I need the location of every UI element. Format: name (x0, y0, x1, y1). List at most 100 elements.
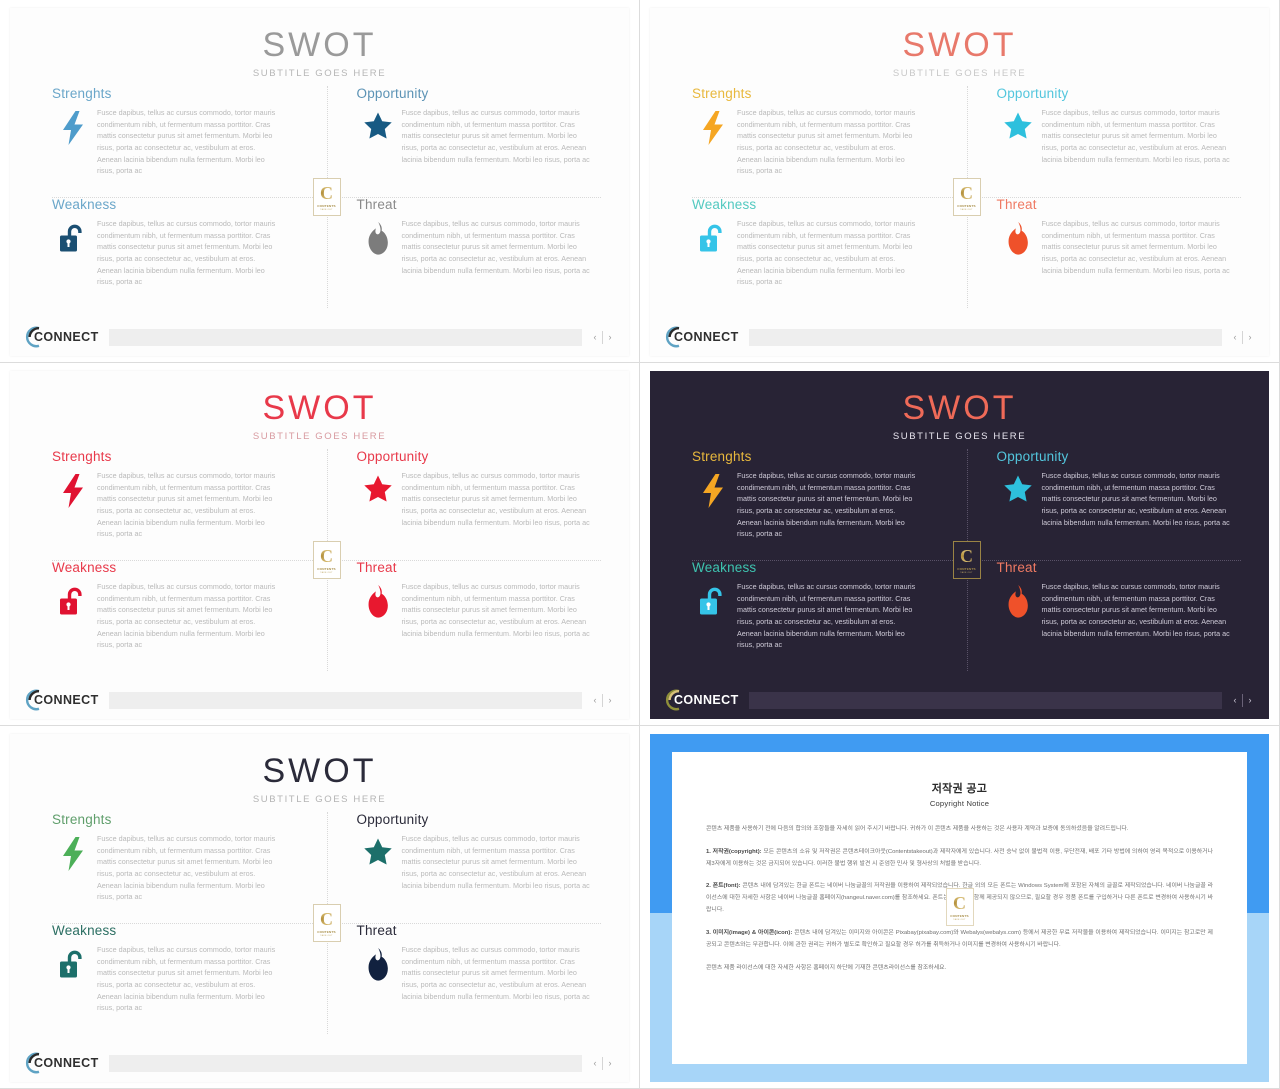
slide-canvas: SWOT SUBTITLE GOES HERE Strenghts Fusce dap… (650, 8, 1269, 356)
quadrant-body-opportunity: Fusce dapibus, tellus ac cursus commodo,… (357, 833, 592, 891)
quadrant-heading-opportunity: Opportunity (356, 86, 429, 101)
brand-name: CONNECT (34, 693, 99, 707)
slide-2-multicolor[interactable]: SWOT SUBTITLE GOES HERE Strenghts Fusce dap… (640, 0, 1280, 363)
center-logo-badge: C CONTENTS TAKE OUT (312, 178, 341, 216)
copyright-paragraph-lead-4: 3. 이미지(image) & 아이콘(icon): (706, 929, 793, 936)
quadrant-opportunity: Opportunity Fusce dapibus, tellus ac curs… (327, 449, 602, 560)
quadrant-weakness: Weakness Fusce dapibus, tellus ac cursus … (52, 197, 327, 308)
slide-3-red[interactable]: SWOT SUBTITLE GOES HERE Strenghts Fusce dap… (0, 363, 640, 726)
bolt-icon (58, 107, 88, 145)
slide-1-blue[interactable]: SWOT SUBTITLE GOES HERE Strenghts Fusce dap… (0, 0, 640, 363)
badge-line-1: CONTENTS (317, 566, 336, 571)
star-icon (363, 833, 393, 871)
quadrant-body-threat: Fusce dapibus, tellus ac cursus commodo,… (997, 581, 1232, 639)
slide-footer: CONNECT ‹ › (22, 326, 617, 348)
quadrant-body-weakness: Fusce dapibus, tellus ac cursus commodo,… (692, 218, 957, 288)
quadrant-threat: Threat Fusce dapibus, tellus ac cursus co… (327, 197, 602, 308)
slide-nav-buttons: ‹ › (1228, 692, 1257, 709)
star-icon-svg (363, 838, 392, 865)
prev-slide-button[interactable]: ‹ (588, 1055, 602, 1072)
copyright-paragraph-2: 1. 저작권(copyright): 모든 콘텐츠의 소유 및 저작권은 콘텐츠… (706, 848, 1214, 867)
badge-letter: C (960, 182, 973, 203)
slide-canvas: SWOT SUBTITLE GOES HERE Strenghts Fusce dap… (10, 371, 629, 719)
swot-title: SWOT (902, 26, 1017, 64)
slide-4-dark[interactable]: SWOT SUBTITLE GOES HERE Strenghts Fusce dap… (640, 363, 1280, 726)
copyright-title-en: Copyright Notice (929, 799, 990, 808)
slide-6-copyright[interactable]: 저작권 공고 Copyright Notice 콘텐츠 제품을 사용하기 전에 다음… (640, 726, 1280, 1089)
slide-footer: CONNECT ‹ › (22, 1052, 617, 1074)
badge-line-1: CONTENTS (317, 929, 336, 934)
footer-progress-bar (108, 691, 582, 709)
quadrant-heading-weakness: Weakness (692, 197, 757, 212)
quadrant-text-weakness: Fusce dapibus, tellus ac cursus commodo,… (737, 582, 916, 650)
badge-line-2: TAKE OUT (320, 571, 333, 574)
star-icon-svg (363, 475, 392, 502)
quadrant-heading-strengths: Strenghts (692, 449, 752, 464)
quadrant-text-opportunity: Fusce dapibus, tellus ac cursus commodo,… (401, 108, 590, 164)
bolt-icon (698, 470, 728, 508)
swot-quadrant-grid: Strenghts Fusce dapibus, tellus ac cursus… (692, 449, 1241, 671)
footer-progress-bar (748, 328, 1222, 346)
slide-canvas: SWOT SUBTITLE GOES HERE Strenghts Fusce dap… (10, 8, 629, 356)
slide-5-green[interactable]: SWOT SUBTITLE GOES HERE Strenghts Fusce dap… (0, 726, 640, 1089)
quadrant-body-opportunity: Fusce dapibus, tellus ac cursus commodo,… (997, 470, 1232, 528)
copyright-center-badge: C CONTENTS TAKE OUT (945, 888, 974, 926)
slide-footer: CONNECT ‹ › (662, 326, 1257, 348)
swot-quadrant-grid: Strenghts Fusce dapibus, tellus ac cursus… (52, 449, 601, 671)
slide-nav-buttons: ‹ › (588, 1055, 617, 1072)
flame-icon-svg (1008, 222, 1028, 255)
slide-canvas: SWOT SUBTITLE GOES HERE Strenghts Fusce dap… (650, 371, 1269, 719)
next-slide-button[interactable]: › (1243, 329, 1257, 346)
bolt-icon (58, 470, 88, 508)
swot-title: SWOT (902, 389, 1017, 427)
quadrant-body-threat: Fusce dapibus, tellus ac cursus commodo,… (357, 944, 592, 1002)
badge-line-1: CONTENTS (957, 203, 976, 208)
quadrant-text-strengths: Fusce dapibus, tellus ac cursus commodo,… (97, 834, 276, 902)
quadrant-opportunity: Opportunity Fusce dapibus, tellus ac curs… (327, 86, 602, 197)
star-icon-svg (1003, 475, 1032, 502)
center-logo-badge: C CONTENTS TAKE OUT (312, 541, 341, 579)
quadrant-weakness: Weakness Fusce dapibus, tellus ac cursus … (692, 560, 967, 671)
next-slide-button[interactable]: › (1243, 692, 1257, 709)
quadrant-threat: Threat Fusce dapibus, tellus ac cursus co… (967, 560, 1242, 671)
slide-thumbnail-grid: SWOT SUBTITLE GOES HERE Strenghts Fusce dap… (0, 0, 1280, 1089)
slide-title-block: SWOT SUBTITLE GOES HERE (10, 371, 629, 442)
open-padlock-icon-svg (700, 224, 722, 252)
quadrant-text-weakness: Fusce dapibus, tellus ac cursus commodo,… (97, 945, 276, 1013)
quadrant-strengths: Strenghts Fusce dapibus, tellus ac cursus… (692, 449, 967, 560)
quadrant-opportunity: Opportunity Fusce dapibus, tellus ac curs… (967, 449, 1242, 560)
flame-icon-svg (368, 948, 388, 981)
open-padlock-icon-svg (700, 587, 722, 615)
fire-icon (363, 218, 393, 256)
badge-line-2: TAKE OUT (320, 208, 333, 211)
quadrant-body-strengths: Fusce dapibus, tellus ac cursus commodo,… (52, 833, 317, 903)
lock-icon (58, 218, 88, 256)
star-icon-svg (1003, 112, 1032, 139)
footer-progress-bar (108, 1054, 582, 1072)
quadrant-heading-opportunity: Opportunity (356, 449, 429, 464)
badge-letter: C (320, 182, 333, 203)
flame-icon-svg (368, 222, 388, 255)
quadrant-text-threat: Fusce dapibus, tellus ac cursus commodo,… (1041, 582, 1230, 638)
badge-line-1: CONTENTS (950, 913, 969, 918)
brand-name: CONNECT (34, 1056, 99, 1070)
badge-letter: C (960, 545, 973, 566)
next-slide-button[interactable]: › (603, 329, 617, 346)
prev-slide-button[interactable]: ‹ (588, 329, 602, 346)
swot-matrix: Strenghts Fusce dapibus, tellus ac cursus… (52, 449, 601, 671)
quadrant-body-weakness: Fusce dapibus, tellus ac cursus commodo,… (692, 581, 957, 651)
slide-nav-buttons: ‹ › (588, 692, 617, 709)
quadrant-opportunity: Opportunity Fusce dapibus, tellus ac curs… (327, 812, 602, 923)
prev-slide-button[interactable]: ‹ (1228, 329, 1242, 346)
next-slide-button[interactable]: › (603, 692, 617, 709)
slide-title-block: SWOT SUBTITLE GOES HERE (10, 734, 629, 805)
footer-progress-bar (108, 328, 582, 346)
prev-slide-button[interactable]: ‹ (1228, 692, 1242, 709)
next-slide-button[interactable]: › (603, 1055, 617, 1072)
prev-slide-button[interactable]: ‹ (588, 692, 602, 709)
quadrant-body-strengths: Fusce dapibus, tellus ac cursus commodo,… (52, 107, 317, 177)
swot-subtitle: SUBTITLE GOES HERE (252, 431, 387, 442)
open-padlock-icon-svg (60, 950, 82, 978)
badge-line-2: TAKE OUT (320, 934, 333, 937)
lock-icon (698, 218, 728, 256)
